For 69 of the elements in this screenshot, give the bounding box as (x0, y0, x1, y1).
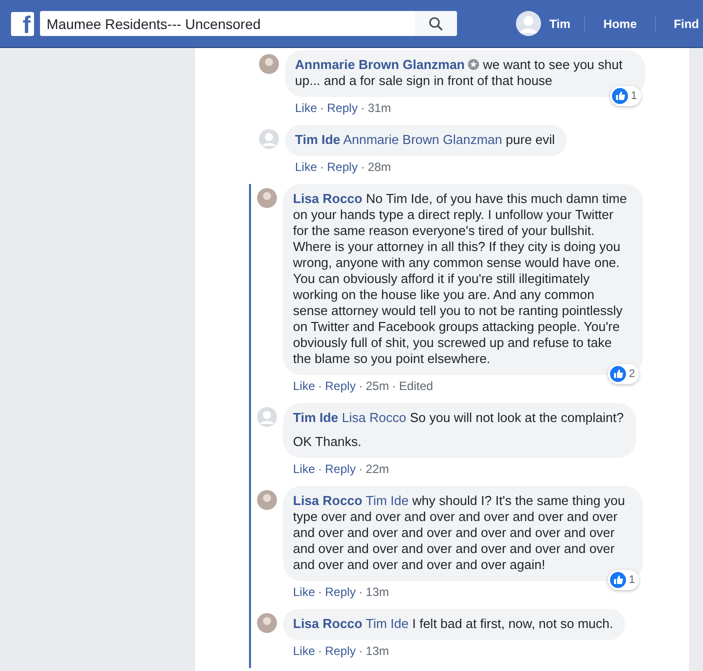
comment-text: Annmarie Brown Glanzman we want to see you shut up... and a for sale sign in front of that house (295, 57, 624, 89)
separator-dot: · (318, 585, 322, 599)
profile-name[interactable]: Tim (549, 16, 570, 30)
comment-text: Tim Ide Lisa Rocco So you will not look at the complaint? (293, 410, 624, 426)
thumbs-up-icon (612, 88, 628, 104)
separator-dot: · (318, 644, 322, 658)
separator-dot: · (358, 379, 363, 393)
comment-text: Lisa Rocco Tim Ide I felt bad at first, now, not so much. (293, 616, 614, 632)
comment-action-link[interactable]: Reply (325, 585, 356, 599)
separator-dot: · (320, 101, 324, 115)
avatar-photo-placeholder[interactable] (259, 54, 279, 74)
comment-time[interactable]: 13m (366, 585, 390, 599)
separator-dot: · (392, 379, 396, 393)
comment-action-link[interactable]: Reply (325, 644, 356, 658)
comment-text: Lisa Rocco No Tim Ide, of you have this much damn time on your hands type a direct reply. I unfollow your Twitter for the same reason everyone's tired of your bullshit. Where is your attorney in all this? If they city is doing you wrong, anyone with any common sense would have one. You can obviously afford it if you're still illegitimately working on the house like you are. And any common sense attorney would tell you to not be ranting pointlessly on Twitter and Facebook groups attacking people. You're obviously full of shit, you screwed up and refuse to take the blame so you point elsewhere. (293, 191, 628, 367)
reaction-count[interactable]: 1 (610, 86, 641, 106)
mention-link[interactable]: Tim Ide (366, 616, 409, 631)
author-link[interactable]: Lisa Rocco (293, 493, 362, 508)
comment-action-link[interactable]: Like (295, 101, 318, 115)
avatar-photo-placeholder[interactable] (257, 613, 277, 633)
reaction-count[interactable]: 2 (608, 364, 639, 384)
mention-link[interactable]: Tim Ide (366, 493, 409, 508)
mention-link[interactable]: Lisa Rocco (342, 410, 406, 425)
separator-dot: · (358, 585, 363, 599)
mention-link[interactable]: Annmarie Brown Glanzman (343, 132, 502, 147)
comment-action-link[interactable]: Reply (327, 101, 358, 115)
avatar-photo-placeholder[interactable] (257, 490, 277, 510)
logo[interactable]: f (11, 12, 34, 36)
separator-dot: · (318, 379, 322, 393)
author-link[interactable]: Tim Ide (295, 132, 340, 147)
author-link[interactable]: Lisa Rocco (293, 616, 362, 631)
comment-text: OK Thanks. (293, 434, 362, 450)
comment-time[interactable]: 31m (368, 101, 392, 115)
separator-dot: · (358, 462, 363, 476)
nav-link[interactable]: Find (670, 16, 703, 30)
reaction-count[interactable]: 1 (608, 570, 639, 590)
author-link[interactable]: Tim Ide (293, 410, 338, 425)
separator-dot: · (320, 160, 324, 174)
search-field[interactable]: Maumee Residents--- Uncensored (40, 11, 416, 36)
comment-action-link[interactable]: Reply (325, 379, 356, 393)
avatar-silhouette[interactable] (257, 407, 277, 427)
separator-dot: · (318, 462, 322, 476)
comment-action-link[interactable]: Reply (325, 462, 356, 476)
author-link[interactable]: Lisa Rocco (293, 191, 362, 206)
thumbs-up-icon (610, 572, 626, 588)
comment-action-link[interactable]: Like (295, 160, 318, 174)
separator-dot: · (358, 644, 363, 658)
comment-time[interactable]: 25m (366, 379, 390, 393)
separator-dot: · (360, 101, 365, 115)
author-link[interactable]: Annmarie Brown Glanzman (295, 57, 465, 72)
search-button[interactable] (415, 11, 458, 36)
comment-action-link[interactable]: Like (293, 644, 316, 658)
comment-action-link[interactable]: Like (293, 379, 316, 393)
search-icon (429, 16, 444, 30)
comment-time[interactable]: 22m (366, 462, 390, 476)
comment-action-link[interactable]: Like (293, 462, 316, 476)
edited-label[interactable]: Edited (399, 379, 434, 393)
profile-avatar[interactable] (516, 11, 542, 36)
separator-dot: · (360, 160, 365, 174)
avatar-silhouette[interactable] (259, 129, 279, 149)
comment-text: Tim Ide Annmarie Brown Glanzman pure evil (295, 132, 555, 148)
comment-time[interactable]: 28m (368, 160, 392, 174)
thumbs-up-icon (610, 366, 626, 382)
nav-link[interactable]: Home (599, 16, 641, 30)
comment-text: Lisa Rocco Tim Ide why should I? It's the same thing you type over and over and over and over and over and over and over and over and over and over and over and over and over and over and over and over and over and over and over and over and over and over again! (293, 493, 626, 573)
comment-action-link[interactable]: Like (293, 585, 316, 599)
comment-action-link[interactable]: Reply (327, 160, 358, 174)
avatar-photo-placeholder[interactable] (257, 188, 277, 208)
comment-time[interactable]: 13m (366, 644, 390, 658)
